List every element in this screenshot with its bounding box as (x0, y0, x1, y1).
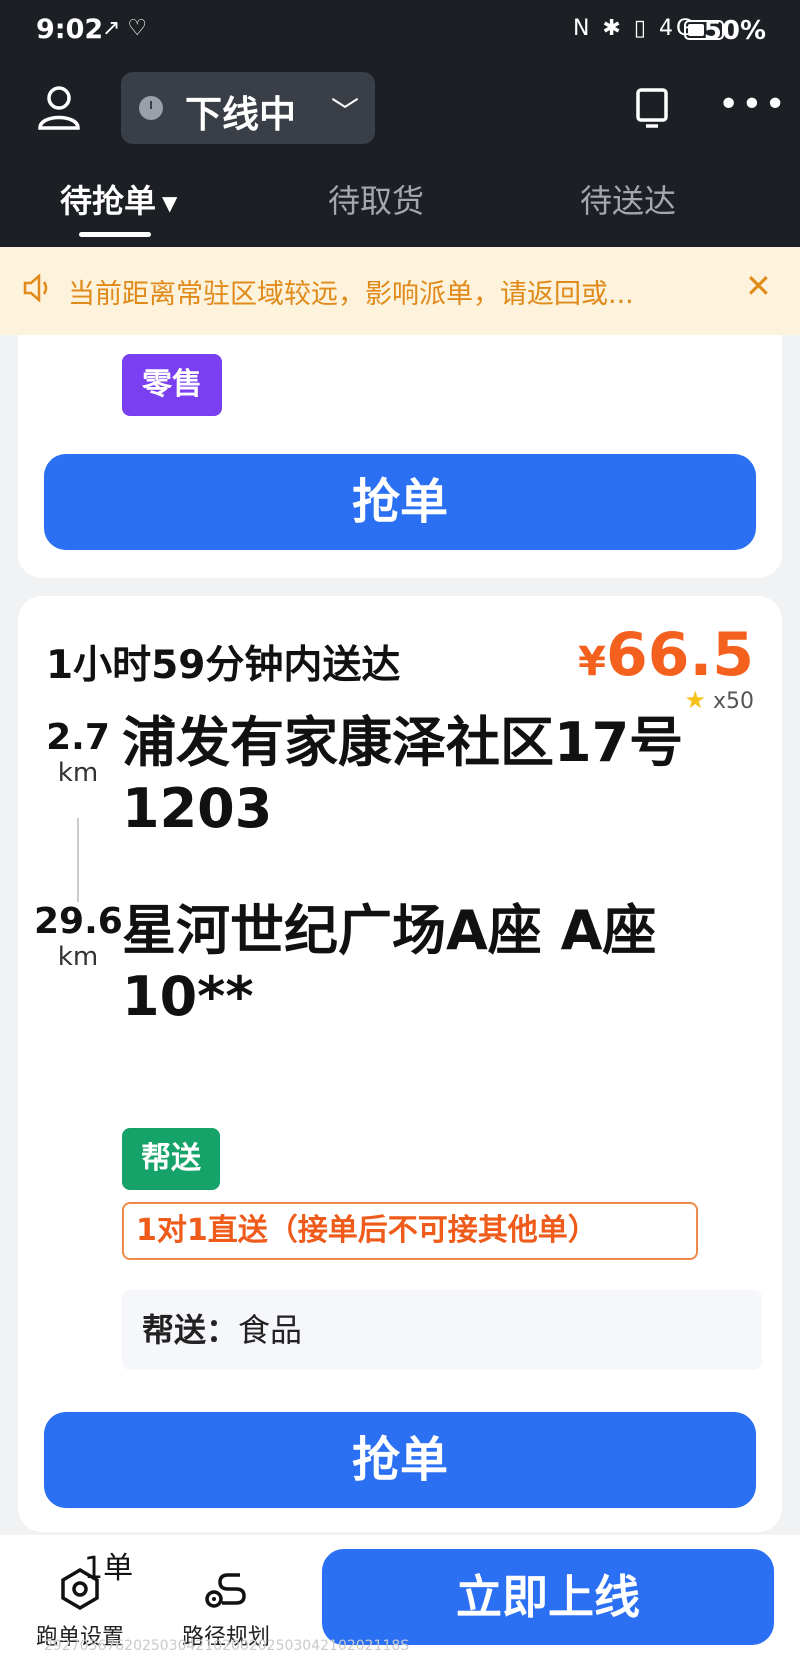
status-time: 9:02 (36, 14, 104, 45)
dropoff-distance-value: 29.6 (34, 901, 123, 942)
top-bar: 9:02 ↗ ♡ N ✱ ▯ 4G 50% 下线中 ﹀ ••• 待抢单 ▼ 待取货… (0, 0, 800, 247)
route-icon (205, 1573, 246, 1608)
dropoff-address: 星河世纪广场A座 A座10** (122, 899, 657, 1028)
caret-down-icon: ▼ (162, 191, 178, 215)
order-price: ¥66.5 (578, 620, 754, 690)
price-value: 66.5 (605, 620, 754, 690)
pickup-distance-value: 2.7 (46, 717, 110, 758)
route-connector (77, 818, 79, 902)
pickup-address: 浦发有家康泽社区17号1203 (122, 711, 684, 840)
goods-value: 食品 (238, 1311, 303, 1349)
more-icon[interactable]: ••• (718, 84, 788, 125)
help-send-tag: 帮送 (122, 1128, 220, 1190)
tab-label: 待抢单 (60, 182, 157, 220)
direct-delivery-note: 1对1直送（接单后不可接其他单） (122, 1202, 698, 1260)
notice-banner: 当前距离常驻区域较远，影响派单，请返回或... ✕ (0, 247, 800, 335)
signal-icons: N ✱ ▯ 4G (572, 16, 696, 41)
retail-tag: 零售 (122, 354, 222, 416)
speaker-icon (23, 273, 48, 303)
active-tab-indicator (79, 232, 151, 237)
order-card: 1小时59分钟内送达 ¥66.5 ★ x50 2.7 km 浦发有家康泽社区17… (18, 596, 782, 1532)
online-status-label: 下线中 (185, 93, 296, 136)
go-online-button[interactable]: 立即上线 (322, 1549, 774, 1645)
status-bar: 9:02 ↗ ♡ N ✱ ▯ 4G 50% (0, 0, 800, 62)
pickup-distance-unit: km (57, 758, 99, 788)
close-icon[interactable]: ✕ (745, 267, 772, 305)
tab-waiting-pickup[interactable]: 待取货 (328, 176, 424, 222)
device-icon[interactable] (632, 86, 672, 130)
tab-waiting-delivery[interactable]: 待送达 (580, 176, 676, 222)
clock-icon (139, 96, 163, 120)
delivery-time: 1小时59分钟内送达 (46, 643, 401, 688)
notice-text: 当前距离常驻区域较远，影响派单，请返回或... (68, 279, 634, 310)
user-icon[interactable] (36, 84, 82, 130)
pickup-distance: 2.7 km (34, 720, 122, 790)
grab-order-button[interactable]: 抢单 (44, 454, 756, 550)
goods-key: 帮送： (142, 1311, 239, 1349)
battery-percent: 50% (703, 16, 766, 46)
goods-info: 帮送：食品 (122, 1290, 762, 1370)
order-code-watermark: 2927036762025030421020020250304210202118… (44, 1638, 410, 1654)
tab-waiting-grab[interactable]: 待抢单 ▼ (60, 176, 177, 222)
header-nav: 下线中 ﹀ ••• (0, 70, 800, 146)
notification-icons: ↗ ♡ (102, 16, 148, 41)
order-tabs: 待抢单 ▼ 待取货 待送达 (0, 176, 800, 247)
order-count-badge: 1单 (84, 1551, 134, 1586)
grab-order-button[interactable]: 抢单 (44, 1412, 756, 1508)
chevron-down-icon: ﹀ (331, 95, 360, 128)
dropoff-distance-unit: km (57, 942, 99, 972)
order-card-previous: 零售 抢单 (18, 300, 782, 578)
price-symbol: ¥ (578, 639, 606, 685)
battery-fill (688, 24, 704, 36)
online-status-dropdown[interactable]: 下线中 ﹀ (121, 72, 375, 144)
dropoff-distance: 29.6 km (34, 901, 123, 974)
